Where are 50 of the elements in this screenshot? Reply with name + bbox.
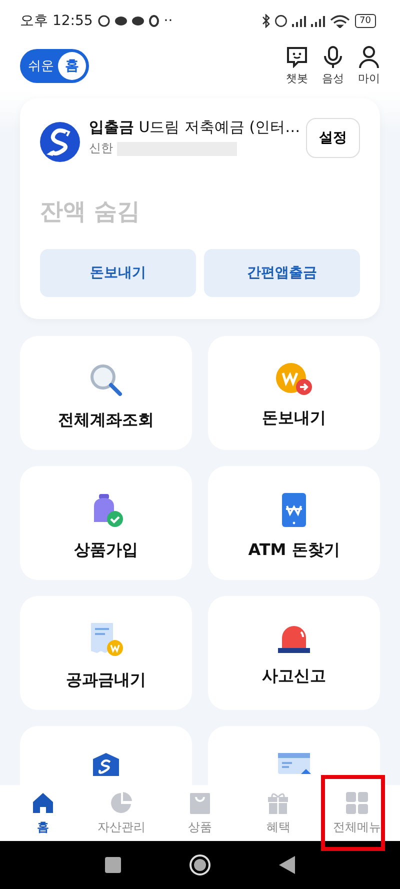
grid-menu-icon <box>344 790 369 814</box>
nav-tab[interactable]: 자산관리 <box>82 790 161 836</box>
nav-tab[interactable]: 홈 <box>4 790 82 836</box>
header-action[interactable]: 음성 <box>322 46 344 86</box>
bank-name: 신한 <box>89 140 113 157</box>
header-action[interactable]: 마이 <box>358 46 380 86</box>
signal-icon <box>292 15 306 27</box>
nav-tab[interactable]: 혜택 <box>239 790 318 836</box>
bank-logo <box>40 122 80 162</box>
wifi-icon <box>330 14 350 28</box>
status-time: 오후 12:55 <box>20 12 93 30</box>
chat-face-icon <box>286 46 308 68</box>
menu-tile[interactable]: 상품가입 <box>20 466 192 580</box>
coin-send-icon <box>275 362 313 396</box>
settings-button[interactable]: 설정 <box>306 118 360 158</box>
pie-chart-icon <box>110 790 134 814</box>
balance-hidden: 잔액 숨김 <box>40 198 142 227</box>
account-action-button[interactable]: 돈보내기 <box>40 249 196 297</box>
mode-toggle[interactable]: 쉬운 홈 <box>20 49 89 83</box>
nav-tab[interactable]: 상품 <box>160 790 240 836</box>
chat-bubble-icon <box>114 16 127 26</box>
menu-tile[interactable]: 사고신고 <box>208 596 380 710</box>
back-icon[interactable] <box>279 856 295 874</box>
shopping-bag-icon <box>188 790 212 814</box>
roaming-icon <box>274 15 287 27</box>
account-action-button[interactable]: 간편앱출금 <box>204 249 360 297</box>
battery-level: 70 <box>354 14 376 28</box>
signal-icon <box>310 15 325 27</box>
person-icon <box>358 46 380 68</box>
menu-tile[interactable]: 공과금내기 <box>20 596 192 710</box>
receipt-coin-icon <box>88 622 124 658</box>
account-name: 입출금 U드림 저축예금 (인터… <box>89 118 297 137</box>
shield-icon <box>91 752 121 776</box>
more-dots: ·· <box>164 13 173 29</box>
menu-tile[interactable]: ATM 돈찾기 <box>208 466 380 580</box>
phone-won-icon <box>281 492 307 528</box>
home-icon <box>31 790 56 814</box>
gift-icon <box>266 790 290 814</box>
microphone-icon <box>322 46 344 68</box>
bluetooth-icon <box>262 14 270 28</box>
chat-bubble-icon <box>132 16 144 26</box>
header-action[interactable]: 챗봇 <box>286 46 308 86</box>
magnifier-icon <box>88 362 124 398</box>
menu-tile[interactable]: 돈보내기 <box>208 336 380 450</box>
document-icon <box>277 752 311 774</box>
alarm-icon <box>98 15 110 27</box>
nav-tab[interactable]: 전체메뉴 <box>318 790 396 836</box>
menu-tile[interactable]: 전체계좌조회 <box>20 336 192 450</box>
home-button-icon[interactable] <box>189 854 211 876</box>
ring-icon <box>148 15 159 27</box>
